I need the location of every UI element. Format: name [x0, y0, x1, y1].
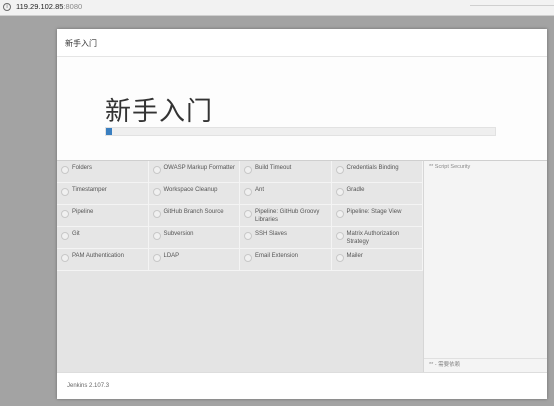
hero-section: 新手入门 [57, 57, 547, 160]
plugin-item: OWASP Markup Formatter [148, 161, 240, 183]
plugin-name: Ant [255, 187, 265, 193]
plugin-name: SSH Slaves [255, 231, 288, 237]
plugin-item: Git [57, 227, 149, 249]
plugin-name: LDAP [163, 253, 180, 259]
status-circle-icon [152, 166, 161, 174]
plugin-item: Timestamper [57, 183, 149, 205]
plugin-name: OWASP Markup Formatter [163, 165, 235, 171]
status-circle-icon [152, 188, 161, 196]
status-circle-icon [61, 254, 69, 262]
plugin-item: LDAP [148, 249, 240, 271]
plugin-item: Folders [57, 161, 149, 183]
status-circle-icon [152, 232, 161, 240]
plugin-item: Gradle [331, 183, 423, 205]
plugin-name: Subversion [163, 231, 194, 237]
plugin-name: Folders [72, 165, 93, 171]
plugin-grid: Folders OWASP Markup Formatter Build Timeo… [57, 161, 423, 271]
status-circle-icon [61, 232, 69, 240]
plugin-item: Build Timeout [240, 161, 332, 183]
log-legend: ** - 需要依赖 [429, 362, 461, 368]
info-icon[interactable]: i [3, 3, 11, 11]
plugin-name: Credentials Binding [346, 165, 399, 171]
dialog-footer: Jenkins 2.107.3 [57, 372, 547, 399]
plugin-list-area: Folders OWASP Markup Formatter Build Timeo… [57, 160, 423, 372]
url-host: 119.29.102.85 [16, 2, 64, 11]
plugin-name: Build Timeout [255, 165, 292, 171]
status-circle-icon [152, 210, 161, 218]
progress-fill [106, 128, 112, 135]
plugin-name: Gradle [346, 187, 365, 193]
plugin-item: Email Extension [240, 249, 332, 271]
status-circle-icon [244, 166, 252, 174]
status-circle-icon [335, 254, 344, 262]
plugin-item: Pipeline: Stage View [331, 205, 423, 227]
plugin-name: PAM Authentication [72, 253, 124, 259]
log-current-item: ** Script Security [429, 164, 471, 170]
status-circle-icon [244, 232, 252, 240]
status-circle-icon [61, 166, 69, 174]
install-progress-bar [105, 127, 496, 136]
status-circle-icon [152, 254, 161, 262]
plugin-name: Mailer [346, 253, 363, 259]
status-circle-icon [335, 232, 344, 240]
plugin-name: Timestamper [72, 187, 107, 193]
install-log-panel: ** Script Security ** - 需要依赖 [423, 160, 547, 372]
browser-address-bar[interactable]: i 119.29.102.85:8080 [0, 0, 554, 16]
plugin-item: Pipeline: GitHub Groovy Libraries [240, 205, 332, 227]
plugin-name: Pipeline [72, 209, 94, 215]
plugin-item: Mailer [331, 249, 423, 271]
plugin-name: Workspace Cleanup [163, 187, 218, 193]
url-port: :8080 [63, 2, 83, 11]
dialog-title: 新手入门 [65, 39, 97, 48]
status-circle-icon [335, 210, 344, 218]
plugin-item: SSH Slaves [240, 227, 332, 249]
plugin-name: Matrix Authorization Strategy [346, 231, 400, 245]
status-circle-icon [335, 166, 344, 174]
status-circle-icon [61, 210, 69, 218]
plugin-name: GitHub Branch Source [163, 209, 224, 215]
plugin-name: Git [72, 231, 80, 237]
plugin-item: Subversion [148, 227, 240, 249]
status-circle-icon [244, 188, 252, 196]
plugin-item: GitHub Branch Source [148, 205, 240, 227]
plugin-item: Ant [240, 183, 332, 205]
status-circle-icon [244, 254, 252, 262]
hero-title: 新手入门 [105, 96, 214, 126]
plugin-item: PAM Authentication [57, 249, 149, 271]
status-circle-icon [61, 188, 69, 196]
plugin-item: Matrix Authorization Strategy [331, 227, 423, 249]
plugin-item: Workspace Cleanup [148, 183, 240, 205]
status-circle-icon [335, 188, 344, 196]
url-text[interactable]: 119.29.102.85:8080 [16, 2, 82, 11]
plugin-name: Pipeline: Stage View [346, 209, 402, 215]
plugin-item: Credentials Binding [331, 161, 423, 183]
setup-wizard-dialog: 新手入门 新手入门 Folders OWASP Markup Formatter B… [57, 29, 547, 399]
plugin-name: Pipeline: GitHub Groovy Libraries [255, 209, 320, 223]
status-circle-icon [244, 210, 252, 218]
plugin-name: Email Extension [255, 253, 299, 259]
jenkins-version: Jenkins 2.107.3 [67, 383, 110, 389]
dialog-header: 新手入门 [57, 29, 547, 57]
plugin-item: Pipeline [57, 205, 149, 227]
address-bar-divider [470, 0, 554, 6]
log-divider [424, 358, 547, 359]
